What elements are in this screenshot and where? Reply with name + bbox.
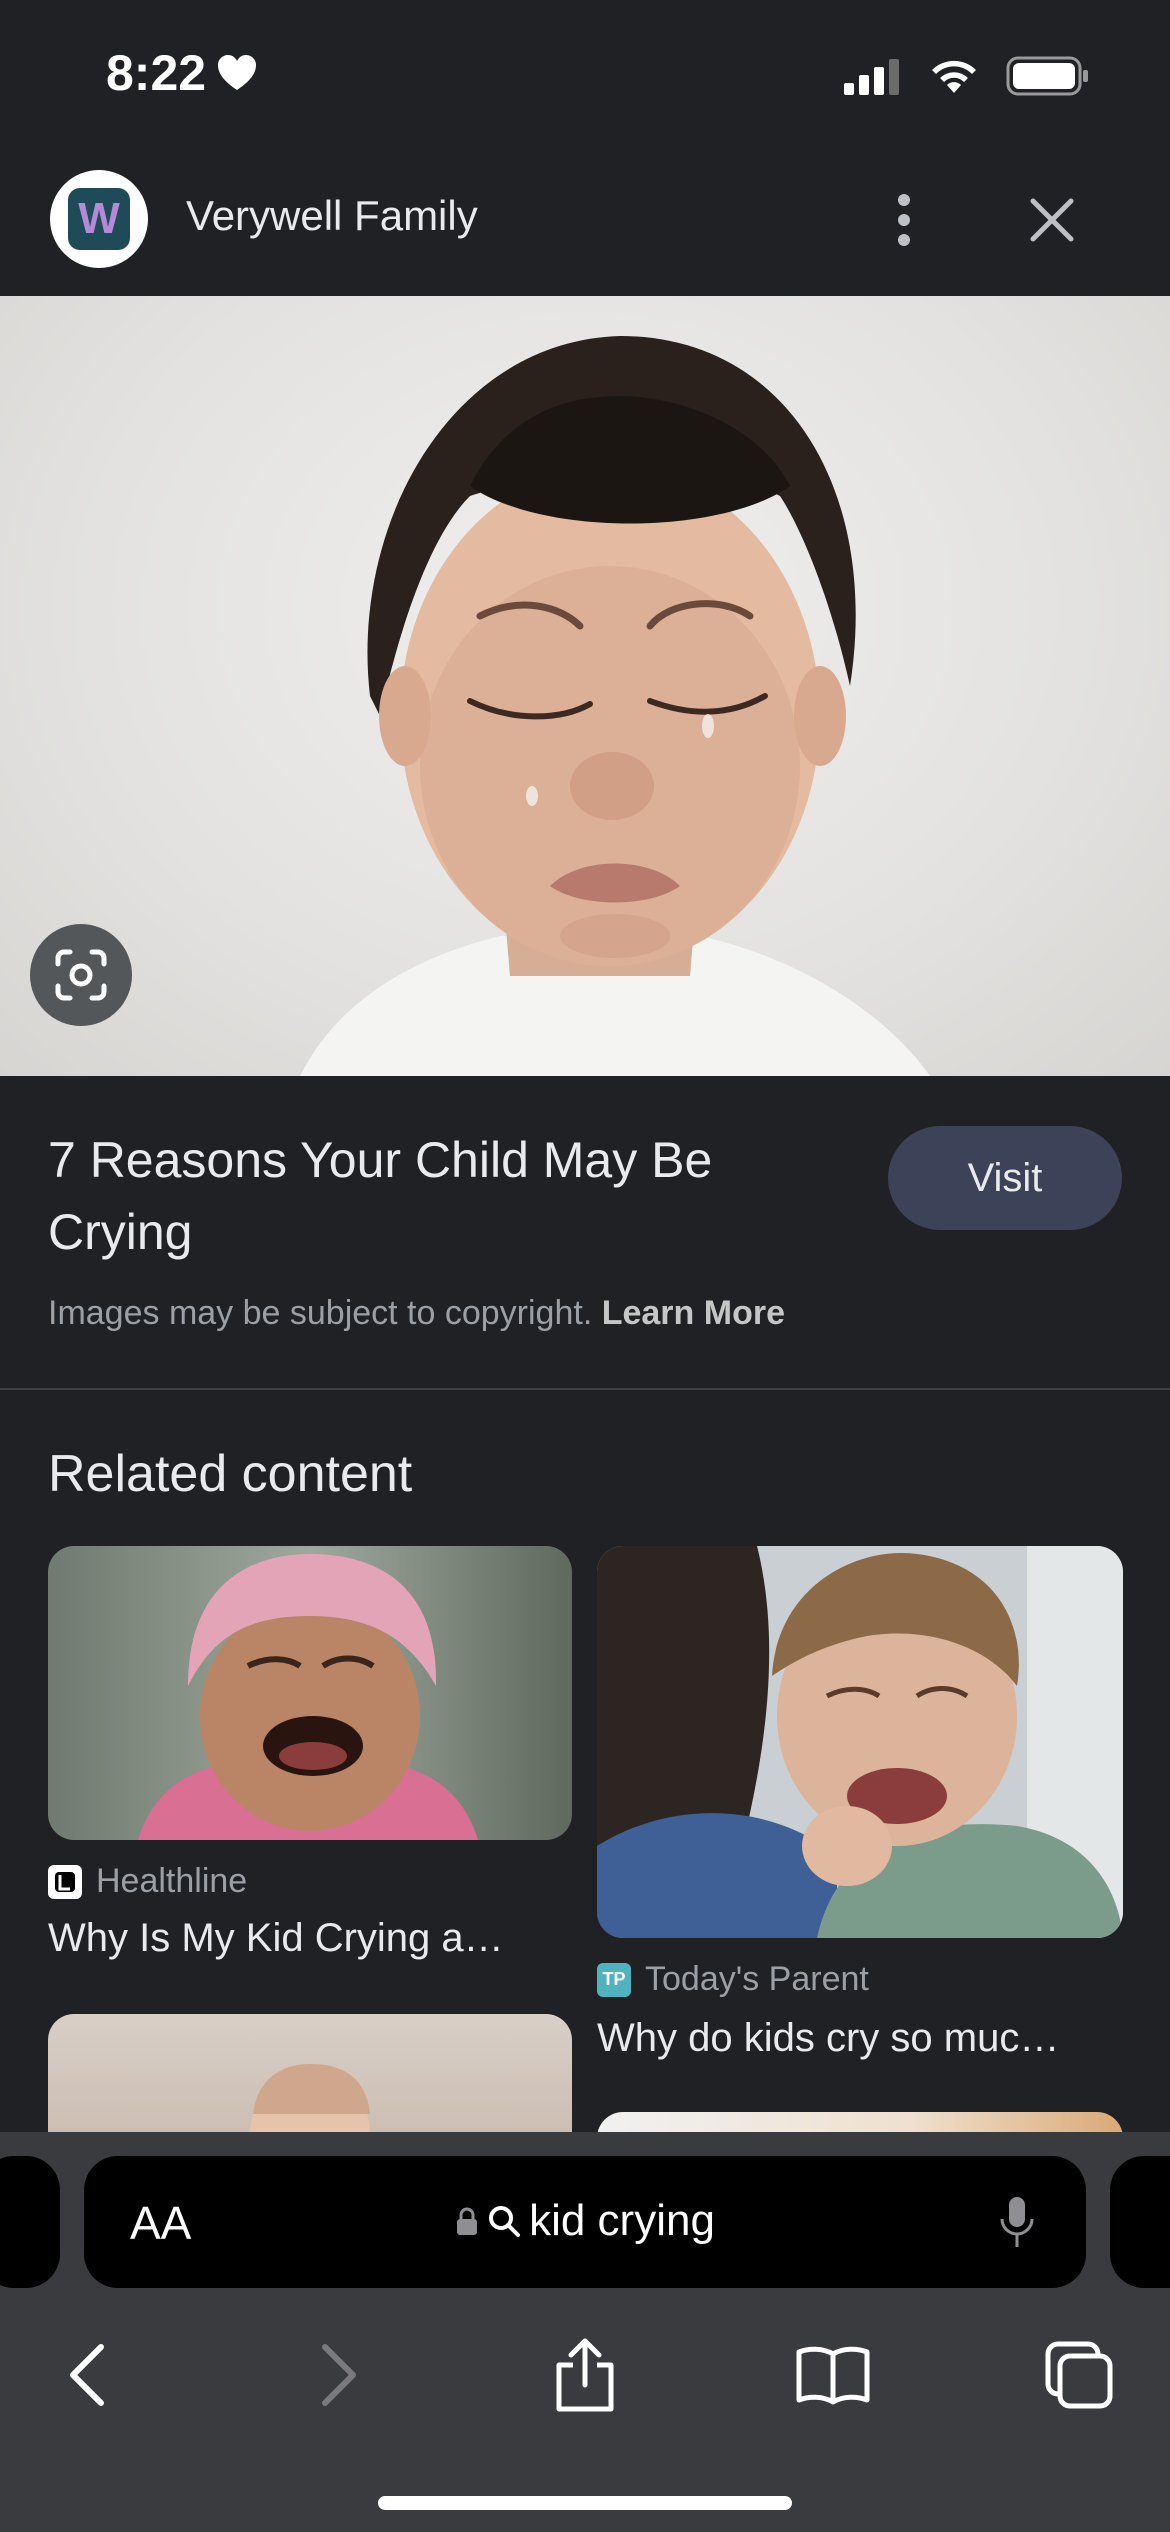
toolbar-nav-row (0, 2320, 1170, 2430)
result-title[interactable]: 7 Reasons Your Child May Be Crying (48, 1124, 808, 1268)
microphone-icon (1000, 2197, 1034, 2247)
search-query: kid crying (529, 2196, 715, 2245)
crying-boy-hug-photo (597, 1546, 1123, 1938)
todays-parent-icon-text: TP (602, 1969, 626, 1989)
address-bar[interactable]: AA kid crying (84, 2156, 1086, 2288)
more-options-button[interactable] (876, 184, 932, 256)
lens-icon (55, 949, 107, 1001)
wifi-icon (932, 60, 976, 93)
crying-child-pink-hat-photo (48, 1546, 572, 1840)
related-card-title[interactable]: Why do kids cry so muc… (597, 2016, 1059, 2061)
back-button[interactable] (32, 2320, 142, 2430)
status-icons (842, 56, 1090, 96)
next-tab-peek[interactable] (1110, 2156, 1170, 2288)
copyright-notice: Images may be subject to copyright. Lear… (48, 1294, 785, 1333)
copyright-text: Images may be subject to copyright. (48, 1294, 593, 1332)
share-button[interactable] (530, 2320, 640, 2430)
site-name[interactable]: Verywell Family (186, 192, 478, 240)
cellular-signal-icon (844, 59, 899, 95)
learn-more-link[interactable]: Learn More (602, 1294, 785, 1332)
close-button[interactable] (1016, 184, 1088, 256)
tabs-button[interactable] (1024, 2320, 1134, 2430)
chevron-left-icon (70, 2344, 104, 2406)
related-content-heading: Related content (48, 1445, 413, 1503)
related-card-source: Healthline (48, 1862, 247, 1901)
more-vert-icon (898, 194, 910, 246)
battery-icon (1006, 56, 1088, 96)
related-card-source: TP Today's Parent (597, 1960, 869, 1999)
related-card-partial[interactable] (597, 2112, 1123, 2172)
tabs-icon (1045, 2341, 1113, 2409)
related-card-todays-parent[interactable]: TP Today's Parent Why do kids cry so muc… (597, 1546, 1123, 2086)
result-image[interactable] (0, 296, 1170, 1076)
status-bar: 8:22 (0, 0, 1170, 150)
visit-button[interactable]: Visit (888, 1126, 1122, 1230)
search-icon (489, 2206, 521, 2237)
url-display[interactable]: kid crying (84, 2196, 1086, 2246)
related-card-partial[interactable] (48, 2014, 572, 2174)
verywell-logo-icon: W (68, 188, 130, 250)
time-text: 8:22 (106, 45, 207, 101)
bookmarks-button[interactable] (778, 2320, 888, 2430)
related-card-image[interactable] (597, 1546, 1123, 1938)
previous-tab-peek[interactable] (0, 2156, 60, 2288)
safari-toolbar: AA kid crying (0, 2132, 1170, 2532)
related-card-title[interactable]: Why Is My Kid Crying a… (48, 1916, 504, 1961)
baby-photo (250, 2064, 370, 2174)
source-name: Healthline (96, 1862, 248, 1900)
source-name: Today's Parent (645, 1960, 869, 1998)
image-viewer-header: W Verywell Family (0, 150, 1170, 296)
related-card-healthline[interactable]: Healthline Why Is My Kid Crying a… (48, 1546, 572, 1986)
microphone-button[interactable] (992, 2192, 1042, 2252)
logo-letter: W (78, 194, 120, 243)
related-card-image[interactable] (48, 1546, 572, 1840)
todays-parent-icon: TP (597, 1962, 631, 1997)
crying-child-photo (300, 336, 930, 1076)
forward-button[interactable] (284, 2320, 394, 2430)
chevron-right-icon (322, 2344, 356, 2406)
close-icon (1030, 198, 1074, 242)
google-lens-button[interactable] (30, 924, 132, 1026)
heart-icon (218, 55, 257, 90)
divider (0, 1388, 1170, 1390)
home-indicator[interactable] (378, 2496, 792, 2510)
healthline-icon (48, 1864, 82, 1899)
book-icon (796, 2346, 870, 2405)
lock-icon (457, 2207, 478, 2235)
site-logo[interactable]: W (50, 170, 148, 268)
status-time: 8:22 (106, 44, 258, 102)
share-icon (556, 2338, 614, 2412)
